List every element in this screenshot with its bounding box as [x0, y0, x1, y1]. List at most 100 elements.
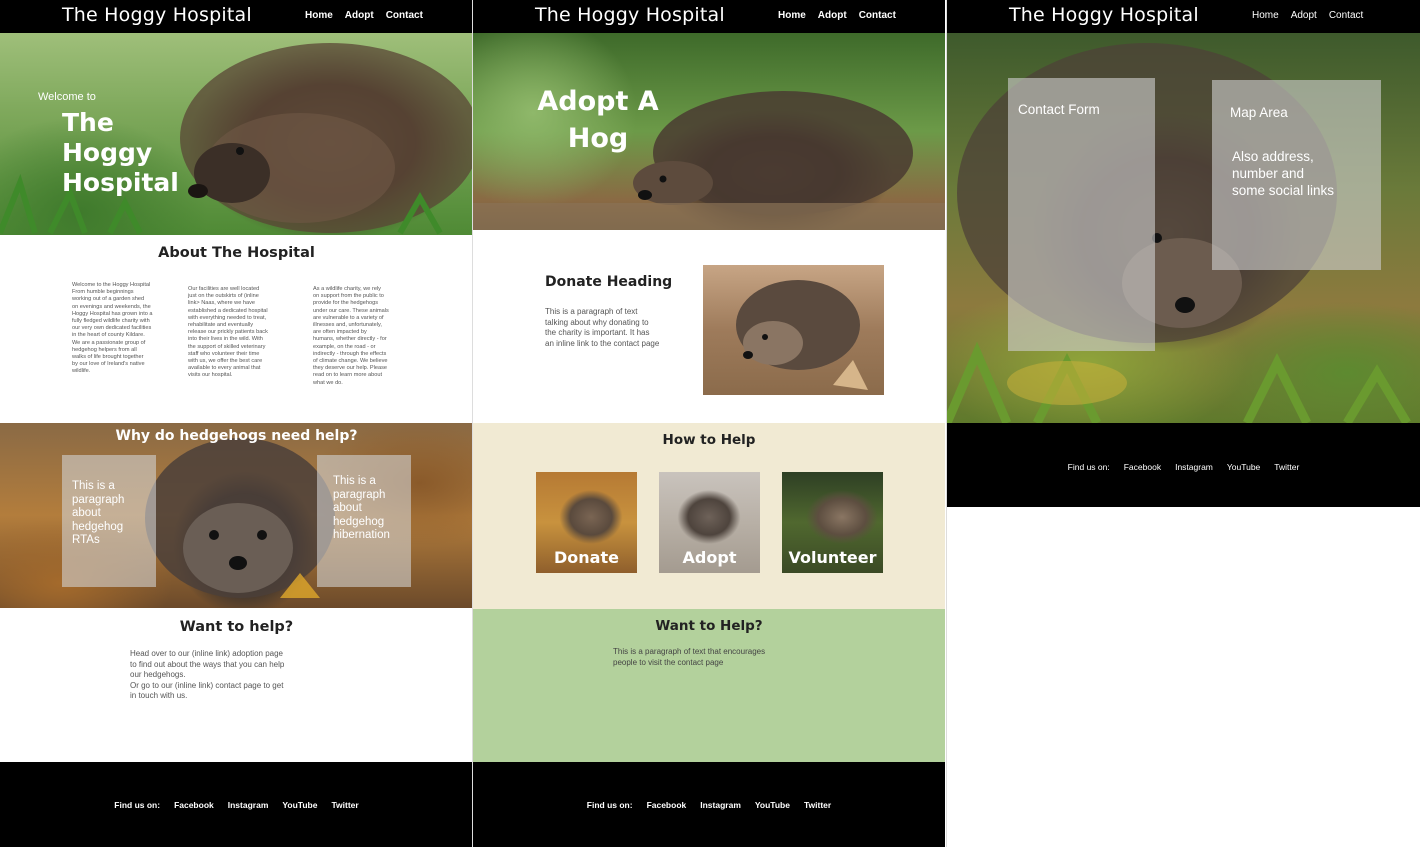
about-line: example, on the road - or [313, 343, 376, 350]
footer: Find us on: Facebook Instagram YouTube T… [947, 423, 1420, 507]
donate-line: the charity is important. It has [545, 328, 650, 337]
donate-paragraph: This is a paragraph of text talking abou… [545, 307, 685, 349]
site-logo[interactable]: The Hoggy Hospital [1009, 4, 1199, 26]
nav-home-link[interactable]: Home [778, 10, 806, 21]
volunteer-card[interactable]: Volunteer [782, 472, 883, 573]
hero-image: Welcome to The Hoggy Hospital [0, 33, 473, 235]
about-line: of climate change. We believe [313, 358, 388, 365]
why-card-line: This is a [72, 480, 115, 492]
map-line: some social links [1232, 183, 1335, 198]
about-line: release our prickly patients back [188, 329, 268, 336]
about-column-2: Our facilities are well located just on … [188, 286, 288, 380]
why-section: Why do hedgehogs need help? This is a pa… [0, 423, 473, 608]
nav-links: Home Adopt Contact [1252, 10, 1363, 21]
about-line: on evenings and weekends, the [72, 303, 151, 310]
map-line: number and [1232, 166, 1305, 181]
want-paragraph: Head over to our (inline link) adoption … [130, 649, 330, 702]
footer-youtube-link[interactable]: YouTube [282, 800, 317, 810]
nav-adopt-link[interactable]: Adopt [818, 10, 847, 21]
about-line: in the heart of county Kildare. [72, 332, 145, 339]
footer-facebook-link[interactable]: Facebook [647, 800, 687, 810]
nav-links: Home Adopt Contact [305, 10, 423, 21]
about-line: with us, we offer the best care [188, 358, 263, 365]
why-card-line: hibernation [333, 529, 390, 541]
nav-adopt-link[interactable]: Adopt [345, 10, 374, 21]
footer-youtube-link[interactable]: YouTube [1227, 462, 1260, 472]
footer-youtube-link[interactable]: YouTube [755, 800, 790, 810]
nav-contact-link[interactable]: Contact [1329, 10, 1363, 21]
about-line: under our care. These animals [313, 307, 389, 314]
nav-home-link[interactable]: Home [1252, 10, 1279, 21]
footer-facebook-link[interactable]: Facebook [174, 800, 214, 810]
why-heading: Why do hedgehogs need help? [115, 428, 358, 444]
hero-title-line: Hoggy [62, 138, 153, 167]
donate-card[interactable]: Donate [536, 472, 637, 573]
footer: Find us on: Facebook Instagram YouTube T… [473, 762, 945, 847]
nav-contact-link[interactable]: Contact [859, 10, 896, 21]
why-card-hibernation: This is a paragraph about hedgehog hiber… [317, 455, 411, 587]
about-line: Hoggy Hospital has grown into a [72, 310, 153, 317]
nav-contact-link[interactable]: Contact [386, 10, 423, 21]
nav-home-link[interactable]: Home [305, 10, 333, 21]
about-line: working out of a garden shed [72, 296, 145, 303]
want-line: This is a paragraph of text that encoura… [613, 647, 766, 656]
about-line: hedgehog helpers from all [72, 346, 137, 353]
want-line: Head over to our (inline link) adoption … [130, 649, 283, 658]
why-card-rtas: This is a paragraph about hedgehog RTAs [62, 455, 156, 587]
map-line: Also address, [1232, 149, 1314, 164]
why-card-line: about [72, 507, 101, 519]
about-line: provide for the hedgehogs [313, 300, 378, 307]
about-line: As a wildlife charity, we rely [313, 286, 381, 292]
want-line: Or go to our (inline link) contact page … [130, 680, 284, 690]
why-card-line: hedgehog [72, 520, 124, 533]
hero-title-line: Adopt A [537, 86, 659, 117]
how-to-help-section: How to Help Donate Adopt Volunteer [473, 423, 945, 609]
map-area-description: Also address, number and some social lin… [1232, 148, 1334, 199]
about-line: fully fledged wildlife charity with [72, 318, 150, 325]
navbar: The Hoggy Hospital Home Adopt Contact [947, 0, 1420, 33]
about-heading: About The Hospital [158, 245, 315, 261]
contact-form-area[interactable]: Contact Form [1008, 78, 1155, 351]
donate-line: This is a paragraph of text [545, 307, 638, 316]
footer-instagram-link[interactable]: Instagram [700, 800, 741, 810]
want-line: in touch with us. [130, 691, 188, 700]
footer-instagram-link[interactable]: Instagram [1175, 462, 1213, 472]
about-line: are vulnerable to a variety of [313, 314, 384, 321]
hero-image: Contact Form Map Area Also address, numb… [947, 33, 1420, 423]
hero-welcome-text: Welcome to [38, 91, 96, 103]
about-line: are often impacted by [313, 329, 367, 336]
about-line: Our facilities are well located [188, 286, 260, 292]
about-line: We are a passionate group of [72, 339, 146, 346]
want-line: our hedgehogs. [130, 670, 186, 679]
footer-twitter-link[interactable]: Twitter [804, 800, 831, 810]
hero-title-line: The [62, 108, 114, 137]
about-column-3: As a wildlife charity, we rely on suppor… [313, 286, 413, 387]
adopt-card[interactable]: Adopt [659, 472, 760, 573]
about-line: by our love of Ireland's native [72, 361, 145, 368]
site-logo[interactable]: The Hoggy Hospital [535, 4, 725, 26]
donate-line: talking about why donating to [545, 317, 649, 327]
contact-form-label: Contact Form [1018, 102, 1100, 117]
map-area[interactable]: Map Area Also address, number and some s… [1212, 80, 1381, 270]
want-line: people to visit the contact page [613, 657, 724, 667]
nav-adopt-link[interactable]: Adopt [1291, 10, 1317, 21]
footer-twitter-link[interactable]: Twitter [331, 800, 358, 810]
why-card-line: RTAs [72, 534, 100, 546]
want-heading: Want to help? [179, 619, 294, 635]
site-logo[interactable]: The Hoggy Hospital [62, 4, 252, 26]
nav-links: Home Adopt Contact [778, 10, 896, 21]
hero-title-line: Hospital [62, 168, 179, 197]
about-line: indirectly - through the effects [313, 350, 387, 357]
footer-facebook-link[interactable]: Facebook [1124, 462, 1161, 472]
contact-page-panel: The Hoggy Hospital Home Adopt Contact Co… [946, 0, 1420, 847]
about-line: available to every animal that [188, 365, 261, 372]
donate-image [703, 265, 884, 395]
hedgehog-photo [736, 280, 868, 390]
footer-find-us: Find us on: [114, 800, 161, 810]
footer-instagram-link[interactable]: Instagram [228, 800, 269, 810]
hero-title-line: Hog [567, 123, 629, 154]
footer-find-us: Find us on: [1067, 462, 1110, 472]
why-card-line: This is a [333, 475, 376, 487]
footer-twitter-link[interactable]: Twitter [1274, 462, 1299, 472]
home-page-panel: The Hoggy Hospital Home Adopt Contact We… [0, 0, 473, 847]
